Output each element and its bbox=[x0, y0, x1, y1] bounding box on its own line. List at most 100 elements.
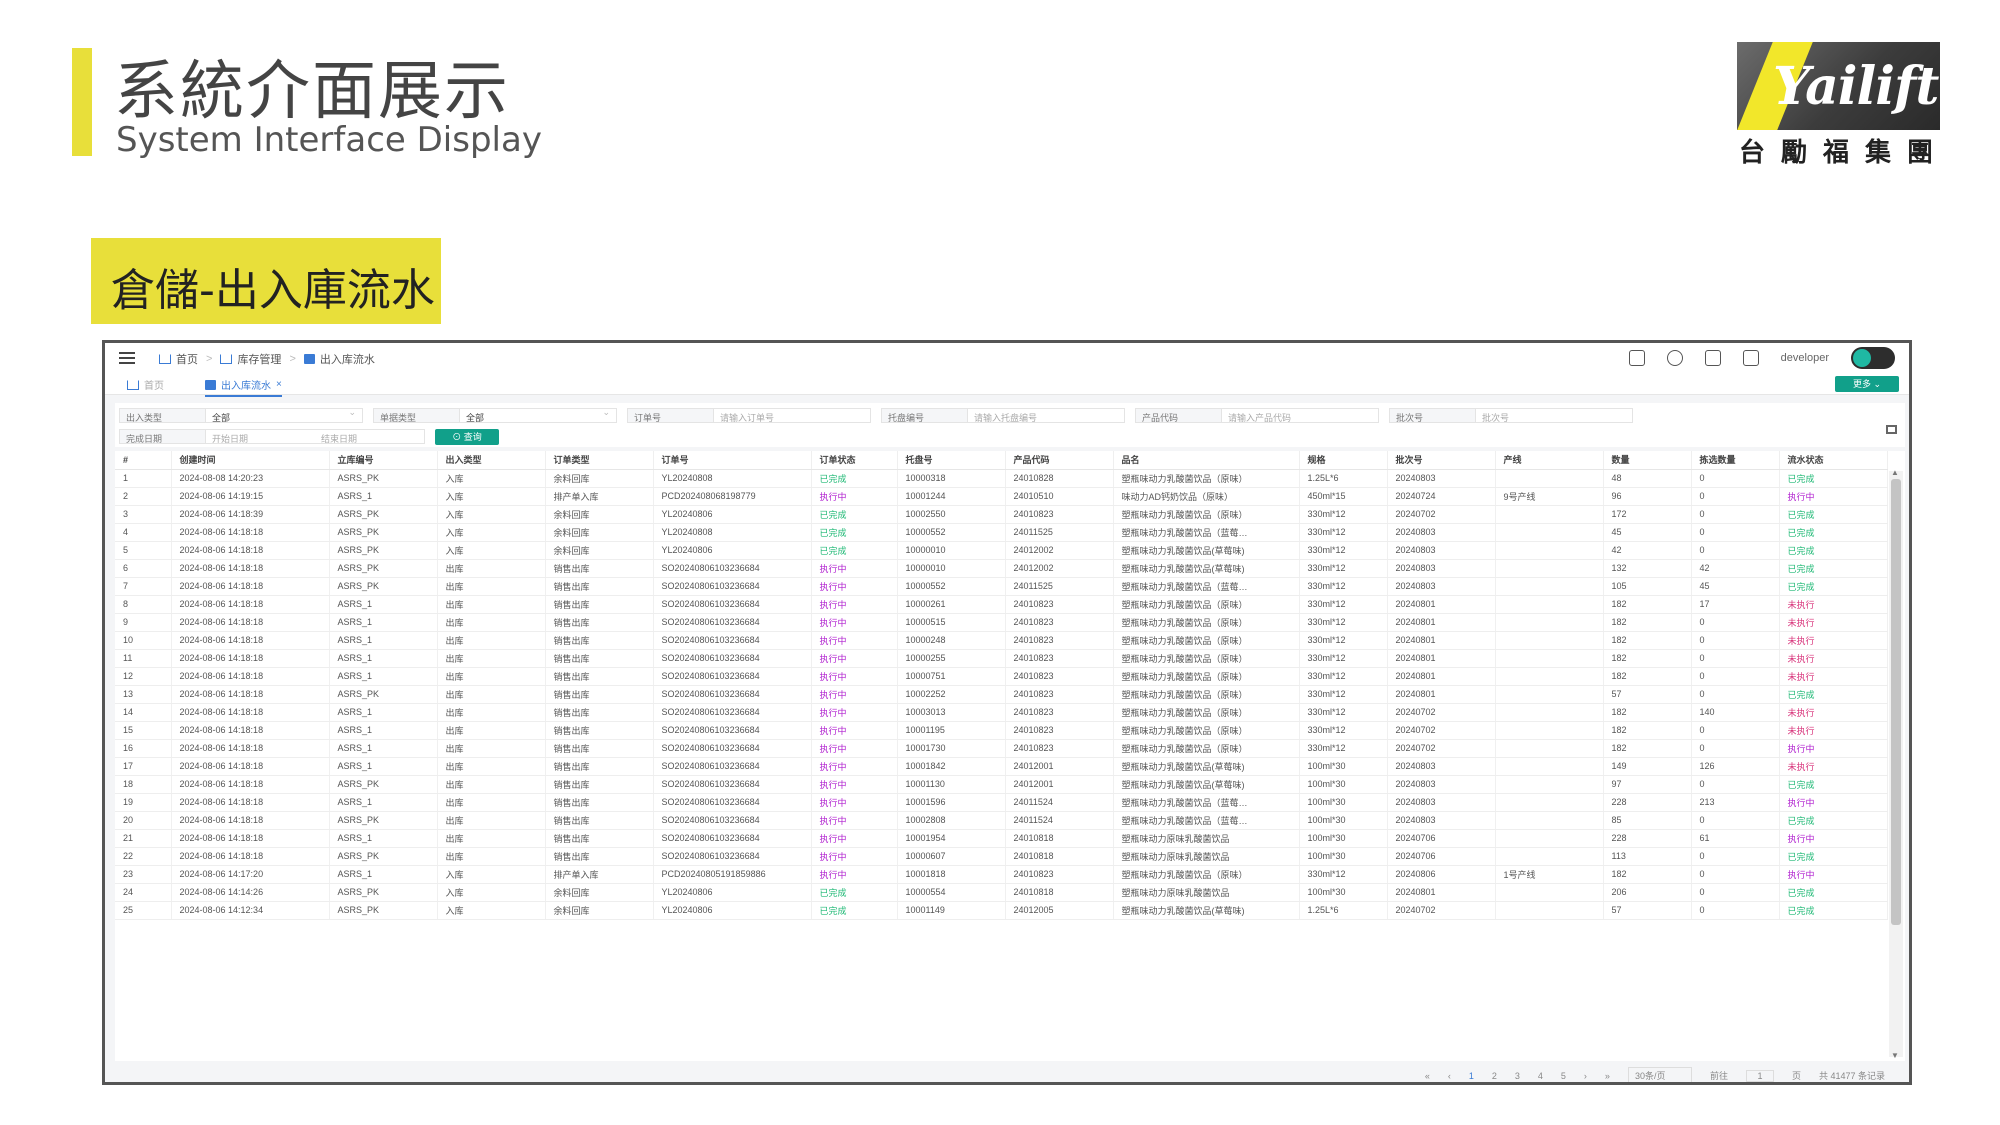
table-cell: 10 bbox=[115, 631, 172, 650]
page-2[interactable]: 2 bbox=[1492, 1071, 1497, 1081]
column-header[interactable]: 数量 bbox=[1603, 451, 1692, 470]
table-cell bbox=[1495, 559, 1604, 578]
tab-inout-flow[interactable]: 出入库流水 × bbox=[205, 377, 282, 397]
prev-page-icon[interactable]: ‹ bbox=[1448, 1071, 1451, 1081]
page-5[interactable]: 5 bbox=[1561, 1071, 1566, 1081]
table-cell: 排产单入库 bbox=[545, 487, 654, 506]
column-header[interactable]: 品名 bbox=[1113, 451, 1300, 470]
breadcrumb-inventory[interactable]: 库存管理 bbox=[220, 351, 281, 367]
table-cell: 182 bbox=[1603, 595, 1692, 614]
column-header[interactable]: 产线 bbox=[1495, 451, 1604, 470]
table-cell: 24010823 bbox=[1005, 739, 1114, 758]
table-row[interactable]: 2 2024-08-06 14:19:15 ASRS_1 入库 排产单入库 PCD2024… bbox=[115, 487, 1888, 506]
table-row[interactable]: 17 2024-08-06 14:18:18 ASRS_1 出库 销售出库 SO20240… bbox=[115, 757, 1888, 776]
close-icon[interactable]: × bbox=[276, 379, 282, 390]
total-count: 共 41477 条记录 bbox=[1818, 1071, 1885, 1081]
column-header[interactable]: 流水状态 bbox=[1779, 451, 1888, 470]
fullscreen-icon[interactable] bbox=[1742, 350, 1759, 366]
table-row[interactable]: 3 2024-08-06 14:18:39 ASRS_PK 入库 余料回库 YL20240… bbox=[115, 505, 1888, 524]
product-code-input[interactable]: 请输入产品代码 bbox=[1222, 409, 1378, 423]
table-row[interactable]: 20 2024-08-06 14:18:18 ASRS_PK 出库 销售出库 SO2024… bbox=[115, 811, 1888, 830]
column-header[interactable]: 托盘号 bbox=[897, 451, 1006, 470]
table-cell: 10000255 bbox=[897, 649, 1006, 668]
table-row[interactable]: 1 2024-08-08 14:20:23 ASRS_PK 入库 余料回库 YL20240… bbox=[115, 469, 1888, 488]
table-cell: 330ml*12 bbox=[1299, 721, 1388, 740]
tab-home[interactable]: 首页 bbox=[127, 377, 164, 392]
scroll-down-icon[interactable]: ▼ bbox=[1891, 1051, 1899, 1060]
table-row[interactable]: 6 2024-08-06 14:18:18 ASRS_PK 出库 销售出库 SO20240… bbox=[115, 559, 1888, 578]
column-header[interactable]: 出入类型 bbox=[437, 451, 546, 470]
table-row[interactable]: 24 2024-08-06 14:14:26 ASRS_PK 入库 余料回库 YL2024… bbox=[115, 883, 1888, 902]
table-cell: ASRS_PK bbox=[329, 901, 438, 920]
table-cell: 10001596 bbox=[897, 793, 1006, 812]
column-header[interactable]: 创建时间 bbox=[171, 451, 330, 470]
table-row[interactable]: 7 2024-08-06 14:18:18 ASRS_PK 出库 销售出库 SO20240… bbox=[115, 577, 1888, 596]
goto-page-input[interactable]: 1 bbox=[1745, 1069, 1774, 1082]
translate-icon[interactable] bbox=[1628, 350, 1645, 366]
scroll-up-icon[interactable]: ▲ bbox=[1891, 468, 1899, 477]
table-row[interactable]: 22 2024-08-06 14:18:18 ASRS_PK 出库 销售出库 SO2024… bbox=[115, 847, 1888, 866]
doc-type-select[interactable]: 全部 bbox=[460, 407, 616, 423]
table-cell bbox=[1495, 757, 1604, 776]
table-row[interactable]: 4 2024-08-06 14:18:18 ASRS_PK 入库 余料回库 YL20240… bbox=[115, 523, 1888, 542]
table-row[interactable]: 13 2024-08-06 14:18:18 ASRS_PK 出库 销售出库 SO2024… bbox=[115, 685, 1888, 704]
column-header[interactable]: 批次号 bbox=[1387, 451, 1496, 470]
query-button[interactable]: ⊙ 查询 bbox=[435, 429, 499, 445]
theme-shirt-icon[interactable] bbox=[1704, 350, 1721, 366]
column-header[interactable]: # bbox=[115, 451, 172, 470]
order-no-input[interactable]: 请输入订单号 bbox=[714, 409, 870, 423]
menu-icon[interactable] bbox=[119, 352, 135, 364]
last-page-icon[interactable]: » bbox=[1605, 1071, 1610, 1081]
table-row[interactable]: 21 2024-08-06 14:18:18 ASRS_1 出库 销售出库 SO20240… bbox=[115, 829, 1888, 848]
breadcrumb-home[interactable]: 首页 bbox=[159, 351, 198, 367]
column-header[interactable]: 规格 bbox=[1299, 451, 1388, 470]
page-1[interactable]: 1 bbox=[1469, 1071, 1474, 1081]
column-settings-icon[interactable] bbox=[1886, 425, 1897, 434]
search-icon[interactable] bbox=[1666, 350, 1683, 366]
table-row[interactable]: 23 2024-08-06 14:17:20 ASRS_1 入库 排产单入库 PCD202… bbox=[115, 865, 1888, 884]
table-row[interactable]: 9 2024-08-06 14:18:18 ASRS_1 出库 销售出库 SO202408… bbox=[115, 613, 1888, 632]
table-cell: 330ml*12 bbox=[1299, 577, 1388, 596]
table-row[interactable]: 5 2024-08-06 14:18:18 ASRS_PK 入库 余料回库 YL20240… bbox=[115, 541, 1888, 560]
scrollbar[interactable]: ▲ ▼ bbox=[1889, 468, 1903, 1060]
next-page-icon[interactable]: › bbox=[1584, 1071, 1587, 1081]
table-row[interactable]: 15 2024-08-06 14:18:18 ASRS_1 出库 销售出库 SO20240… bbox=[115, 721, 1888, 740]
table-row[interactable]: 25 2024-08-06 14:12:34 ASRS_PK 入库 余料回库 YL2024… bbox=[115, 901, 1888, 920]
table-cell: 已完成 bbox=[811, 901, 898, 920]
start-date-input[interactable]: 开始日期 bbox=[206, 430, 315, 444]
inout-type-select[interactable]: 全部 bbox=[206, 407, 362, 423]
table-row[interactable]: 18 2024-08-06 14:18:18 ASRS_PK 出库 销售出库 SO2024… bbox=[115, 775, 1888, 794]
end-date-input[interactable]: 结束日期 bbox=[315, 430, 424, 444]
column-header[interactable]: 订单状态 bbox=[811, 451, 898, 470]
breadcrumb-separator: > bbox=[206, 353, 213, 365]
username[interactable]: developer bbox=[1781, 352, 1829, 364]
column-header[interactable]: 订单类型 bbox=[545, 451, 654, 470]
table-row[interactable]: 8 2024-08-06 14:18:18 ASRS_1 出库 销售出库 SO202408… bbox=[115, 595, 1888, 614]
page-4[interactable]: 4 bbox=[1538, 1071, 1543, 1081]
table-row[interactable]: 11 2024-08-06 14:18:18 ASRS_1 出库 销售出库 SO20240… bbox=[115, 649, 1888, 668]
table-row[interactable]: 16 2024-08-06 14:18:18 ASRS_1 出库 销售出库 SO20240… bbox=[115, 739, 1888, 758]
table-row[interactable]: 19 2024-08-06 14:18:18 ASRS_1 出库 销售出库 SO20240… bbox=[115, 793, 1888, 812]
table-cell: 450ml*15 bbox=[1299, 487, 1388, 506]
page-3[interactable]: 3 bbox=[1515, 1071, 1520, 1081]
column-header[interactable]: 拣选数量 bbox=[1691, 451, 1780, 470]
table-cell: 未执行 bbox=[1779, 703, 1888, 722]
avatar[interactable] bbox=[1851, 347, 1895, 369]
table-cell: 2024-08-06 14:18:18 bbox=[171, 847, 330, 866]
column-header[interactable]: 产品代码 bbox=[1005, 451, 1114, 470]
table-row[interactable]: 14 2024-08-06 14:18:18 ASRS_1 出库 销售出库 SO20240… bbox=[115, 703, 1888, 722]
page-icon bbox=[205, 379, 216, 390]
more-button[interactable]: 更多 ⌄ bbox=[1835, 376, 1899, 392]
table-cell: 25 bbox=[115, 901, 172, 920]
column-header[interactable]: 立库编号 bbox=[329, 451, 438, 470]
table-cell: 24010818 bbox=[1005, 847, 1114, 866]
table-row[interactable]: 12 2024-08-06 14:18:18 ASRS_1 出库 销售出库 SO20240… bbox=[115, 667, 1888, 686]
pallet-no-input[interactable]: 请输入托盘编号 bbox=[968, 409, 1124, 423]
table-row[interactable]: 10 2024-08-06 14:18:18 ASRS_1 出库 销售出库 SO20240… bbox=[115, 631, 1888, 650]
first-page-icon[interactable]: « bbox=[1425, 1071, 1430, 1081]
batch-no-input[interactable]: 批次号 bbox=[1476, 409, 1632, 423]
scroll-thumb[interactable] bbox=[1891, 479, 1901, 925]
table-cell: 0 bbox=[1691, 649, 1780, 668]
column-header[interactable]: 订单号 bbox=[653, 451, 812, 470]
page-size-select[interactable]: 30条/页 bbox=[1627, 1067, 1692, 1082]
